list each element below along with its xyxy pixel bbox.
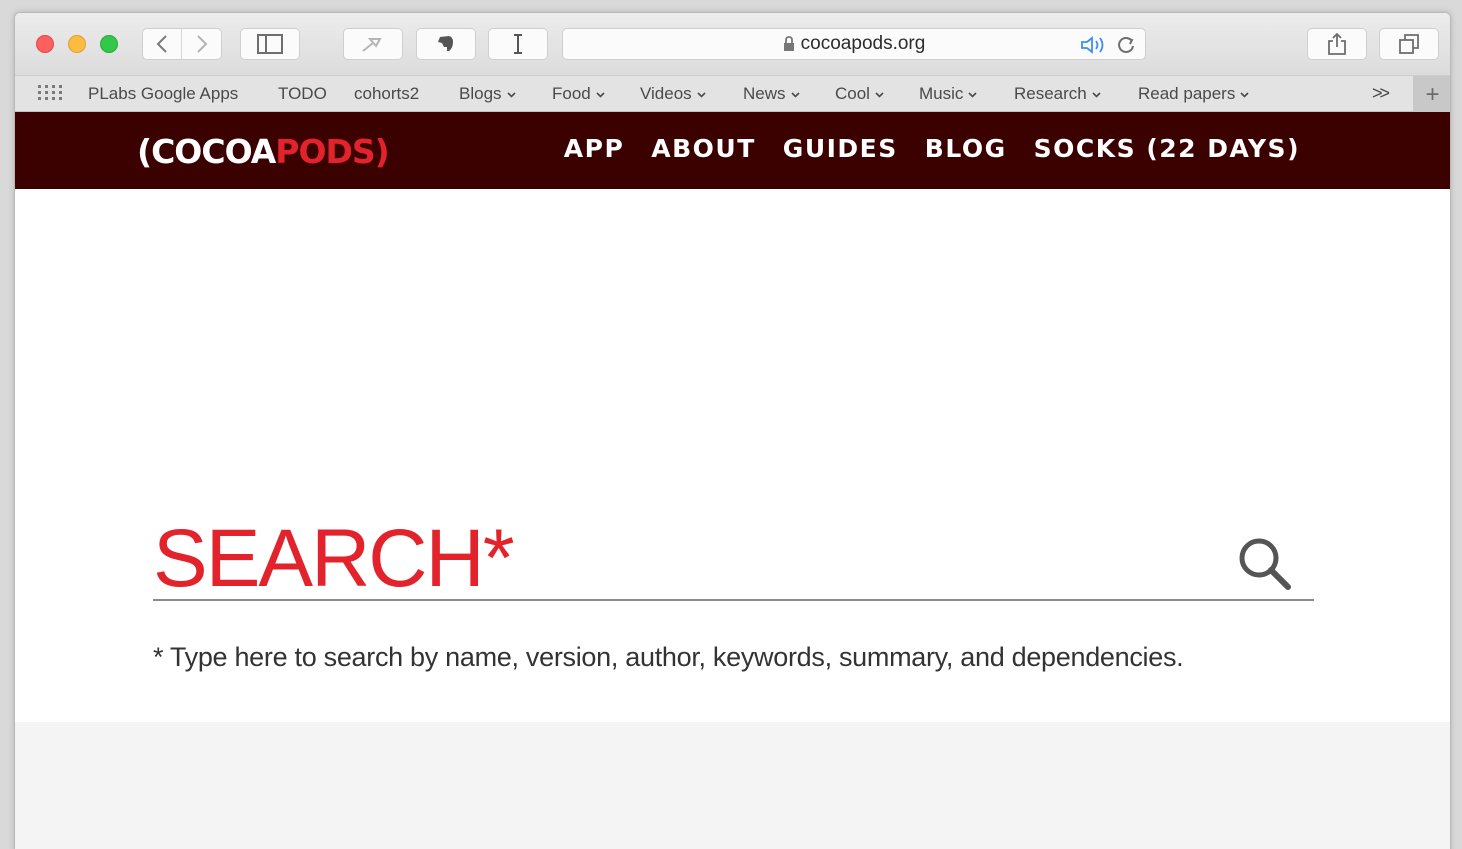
speaker-icon[interactable]	[1079, 35, 1109, 55]
share-icon	[1328, 32, 1346, 55]
chevron-down-icon	[1092, 91, 1101, 98]
logo-text-cocoa: (COCOA	[137, 132, 276, 171]
bookmark-label: Videos	[640, 84, 692, 103]
footer-area	[15, 722, 1450, 849]
chevron-down-icon	[506, 91, 516, 98]
search-input[interactable]	[153, 519, 1233, 599]
chevron-right-icon	[196, 35, 207, 53]
nav-about[interactable]: ABOUT	[651, 134, 756, 163]
site-nav: APP ABOUT GUIDES BLOG SOCKS (22 DAYS)	[564, 134, 1300, 163]
address-text: cocoapods.org	[800, 33, 926, 54]
chevron-down-icon	[697, 91, 706, 98]
bookmark-label: Cool	[835, 84, 870, 103]
pin-icon	[362, 38, 382, 52]
bookmark-folder-research[interactable]: Research	[1014, 84, 1101, 104]
close-window-button[interactable]	[36, 35, 54, 53]
site-logo[interactable]: (COCOAPODS)	[137, 132, 390, 171]
bookmark-plabs-google-apps[interactable]: PLabs Google Apps	[88, 84, 238, 104]
chevron-down-icon	[596, 91, 605, 98]
tabs-overview-button[interactable]	[1379, 28, 1439, 60]
share-button[interactable]	[1307, 28, 1367, 60]
evernote-button[interactable]	[416, 28, 476, 60]
bookmark-folder-music[interactable]: Music	[919, 84, 977, 104]
bookmark-todo[interactable]: TODO	[278, 84, 327, 104]
extension-button[interactable]	[343, 28, 403, 60]
bookmark-folder-blogs[interactable]: Blogs	[459, 84, 516, 104]
lock-icon	[783, 36, 794, 51]
new-tab-button[interactable]: +	[1413, 76, 1450, 113]
bookmark-label: Blogs	[459, 84, 502, 103]
search-hint: * Type here to search by name, version, …	[153, 642, 1184, 672]
main-content: * Type here to search by name, version, …	[15, 189, 1450, 722]
chevron-down-icon	[968, 91, 977, 98]
back-button[interactable]	[143, 29, 183, 59]
bookmark-cohorts2[interactable]: cohorts2	[354, 84, 419, 104]
nav-guides[interactable]: GUIDES	[783, 134, 898, 163]
chevron-down-icon	[790, 91, 800, 98]
browser-window: cocoapods.org PLabs Google Apps TODO coh	[14, 12, 1451, 849]
bookmark-label: News	[743, 84, 786, 103]
logo-text-pods: PODS)	[275, 132, 389, 171]
grid-icon	[38, 85, 62, 100]
browser-toolbar: cocoapods.org	[15, 13, 1450, 75]
zoom-window-button[interactable]	[100, 35, 118, 53]
minimize-window-button[interactable]	[68, 35, 86, 53]
back-forward-buttons	[142, 28, 222, 60]
search-field-container	[153, 519, 1314, 601]
more-bookmarks-button[interactable]: >>	[1372, 83, 1390, 104]
chevron-down-icon	[875, 91, 884, 98]
reload-icon[interactable]	[1116, 35, 1136, 55]
bookmark-label: PLabs Google Apps	[88, 84, 239, 103]
bookmark-folder-food[interactable]: Food	[552, 84, 605, 104]
chevron-left-icon	[156, 35, 167, 53]
bookmark-label: Read papers	[1138, 84, 1236, 103]
bookmark-label: cohorts2	[354, 84, 420, 103]
nav-app[interactable]: APP	[564, 134, 625, 163]
forward-button[interactable]	[182, 29, 221, 59]
nav-socks[interactable]: SOCKS (22 DAYS)	[1034, 134, 1300, 163]
site-header: (COCOAPODS) APP ABOUT GUIDES BLOG SOCKS …	[15, 112, 1450, 189]
elephant-icon	[438, 36, 453, 51]
tabs-icon	[1399, 34, 1419, 54]
bookmark-folder-news[interactable]: News	[743, 84, 800, 104]
text-cursor-button[interactable]	[488, 28, 548, 60]
bookmark-folder-cool[interactable]: Cool	[835, 84, 884, 104]
bookmarks-bar: PLabs Google Apps TODO cohorts2 Blogs Fo…	[15, 75, 1450, 113]
bookmark-label: Research	[1014, 84, 1087, 103]
sidebar-button[interactable]	[240, 28, 300, 60]
apps-grid-button[interactable]	[37, 84, 63, 102]
sidebar-icon	[257, 34, 283, 54]
bookmark-folder-read-papers[interactable]: Read papers	[1138, 84, 1249, 104]
chevron-down-icon	[1240, 91, 1249, 98]
address-bar[interactable]: cocoapods.org	[562, 28, 1146, 60]
nav-blog[interactable]: BLOG	[925, 134, 1007, 163]
bookmark-label: TODO	[278, 84, 327, 103]
bookmark-label: Food	[552, 84, 591, 103]
text-cursor-icon	[514, 34, 522, 54]
bookmark-folder-videos[interactable]: Videos	[640, 84, 706, 104]
search-icon[interactable]	[1236, 535, 1294, 593]
bookmark-label: Music	[919, 84, 964, 103]
